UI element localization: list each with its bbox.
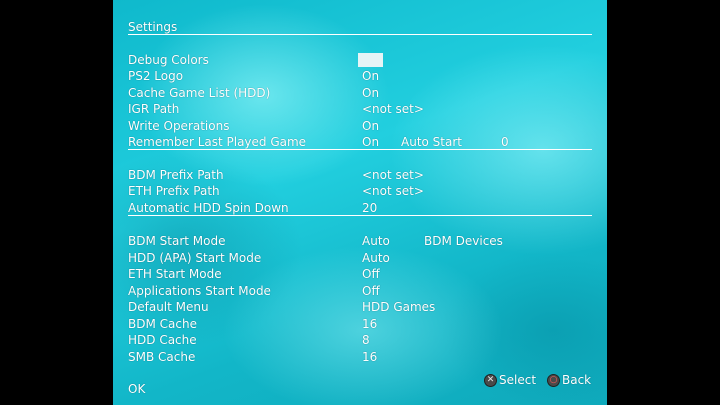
bdm-prefix-path-value[interactable]: <not set> (362, 168, 424, 182)
hdd-start-mode-label[interactable]: HDD (APA) Start Mode (128, 251, 261, 265)
apps-start-mode-label[interactable]: Applications Start Mode (128, 284, 271, 298)
write-operations-label[interactable]: Write Operations (128, 119, 229, 133)
bdm-cache-label[interactable]: BDM Cache (128, 317, 197, 331)
bdm-start-mode-label[interactable]: BDM Start Mode (128, 234, 225, 248)
ps2-logo-label[interactable]: PS2 Logo (128, 69, 183, 83)
circle-button-icon: ○ (547, 374, 560, 387)
ok-button[interactable]: OK (128, 382, 145, 396)
remember-last-game-value[interactable]: On (362, 135, 379, 149)
igr-path-label[interactable]: IGR Path (128, 102, 179, 116)
settings-screen: Settings Debug Colors PS2 Logo On Cache … (113, 0, 607, 405)
auto-start-value[interactable]: 0 (501, 135, 509, 149)
debug-colors-swatch[interactable] (358, 53, 383, 67)
eth-prefix-path-value[interactable]: <not set> (362, 184, 424, 198)
hdd-start-mode-value[interactable]: Auto (362, 251, 390, 265)
debug-colors-label[interactable]: Debug Colors (128, 53, 209, 67)
smb-cache-value[interactable]: 16 (362, 350, 377, 364)
write-operations-value[interactable]: On (362, 119, 379, 133)
default-menu-label[interactable]: Default Menu (128, 300, 209, 314)
igr-path-value[interactable]: <not set> (362, 102, 424, 116)
bdm-cache-value[interactable]: 16 (362, 317, 377, 331)
eth-prefix-path-label[interactable]: ETH Prefix Path (128, 184, 220, 198)
auto-start-label[interactable]: Auto Start (401, 135, 462, 149)
eth-start-mode-value[interactable]: Off (362, 267, 380, 281)
remember-last-game-label[interactable]: Remember Last Played Game (128, 135, 306, 149)
back-hint[interactable]: Back (562, 373, 591, 387)
page-title: Settings (128, 20, 178, 34)
smb-cache-label[interactable]: SMB Cache (128, 350, 195, 364)
cache-game-list-label[interactable]: Cache Game List (HDD) (128, 86, 270, 100)
hdd-cache-value[interactable]: 8 (362, 333, 370, 347)
hdd-spin-down-label[interactable]: Automatic HDD Spin Down (128, 201, 289, 215)
apps-start-mode-value[interactable]: Off (362, 284, 380, 298)
bdm-devices-button[interactable]: BDM Devices (424, 234, 503, 248)
bdm-prefix-path-label[interactable]: BDM Prefix Path (128, 168, 224, 182)
bdm-start-mode-value[interactable]: Auto (362, 234, 390, 248)
section-divider-2 (128, 215, 592, 216)
eth-start-mode-label[interactable]: ETH Start Mode (128, 267, 222, 281)
default-menu-value[interactable]: HDD Games (362, 300, 435, 314)
section-divider-1 (128, 149, 592, 150)
select-hint[interactable]: Select (499, 373, 536, 387)
title-underline (128, 34, 592, 35)
ps2-logo-value[interactable]: On (362, 69, 379, 83)
hdd-cache-label[interactable]: HDD Cache (128, 333, 197, 347)
hdd-spin-down-value[interactable]: 20 (362, 201, 377, 215)
cache-game-list-value[interactable]: On (362, 86, 379, 100)
cross-button-icon: ✕ (484, 374, 497, 387)
